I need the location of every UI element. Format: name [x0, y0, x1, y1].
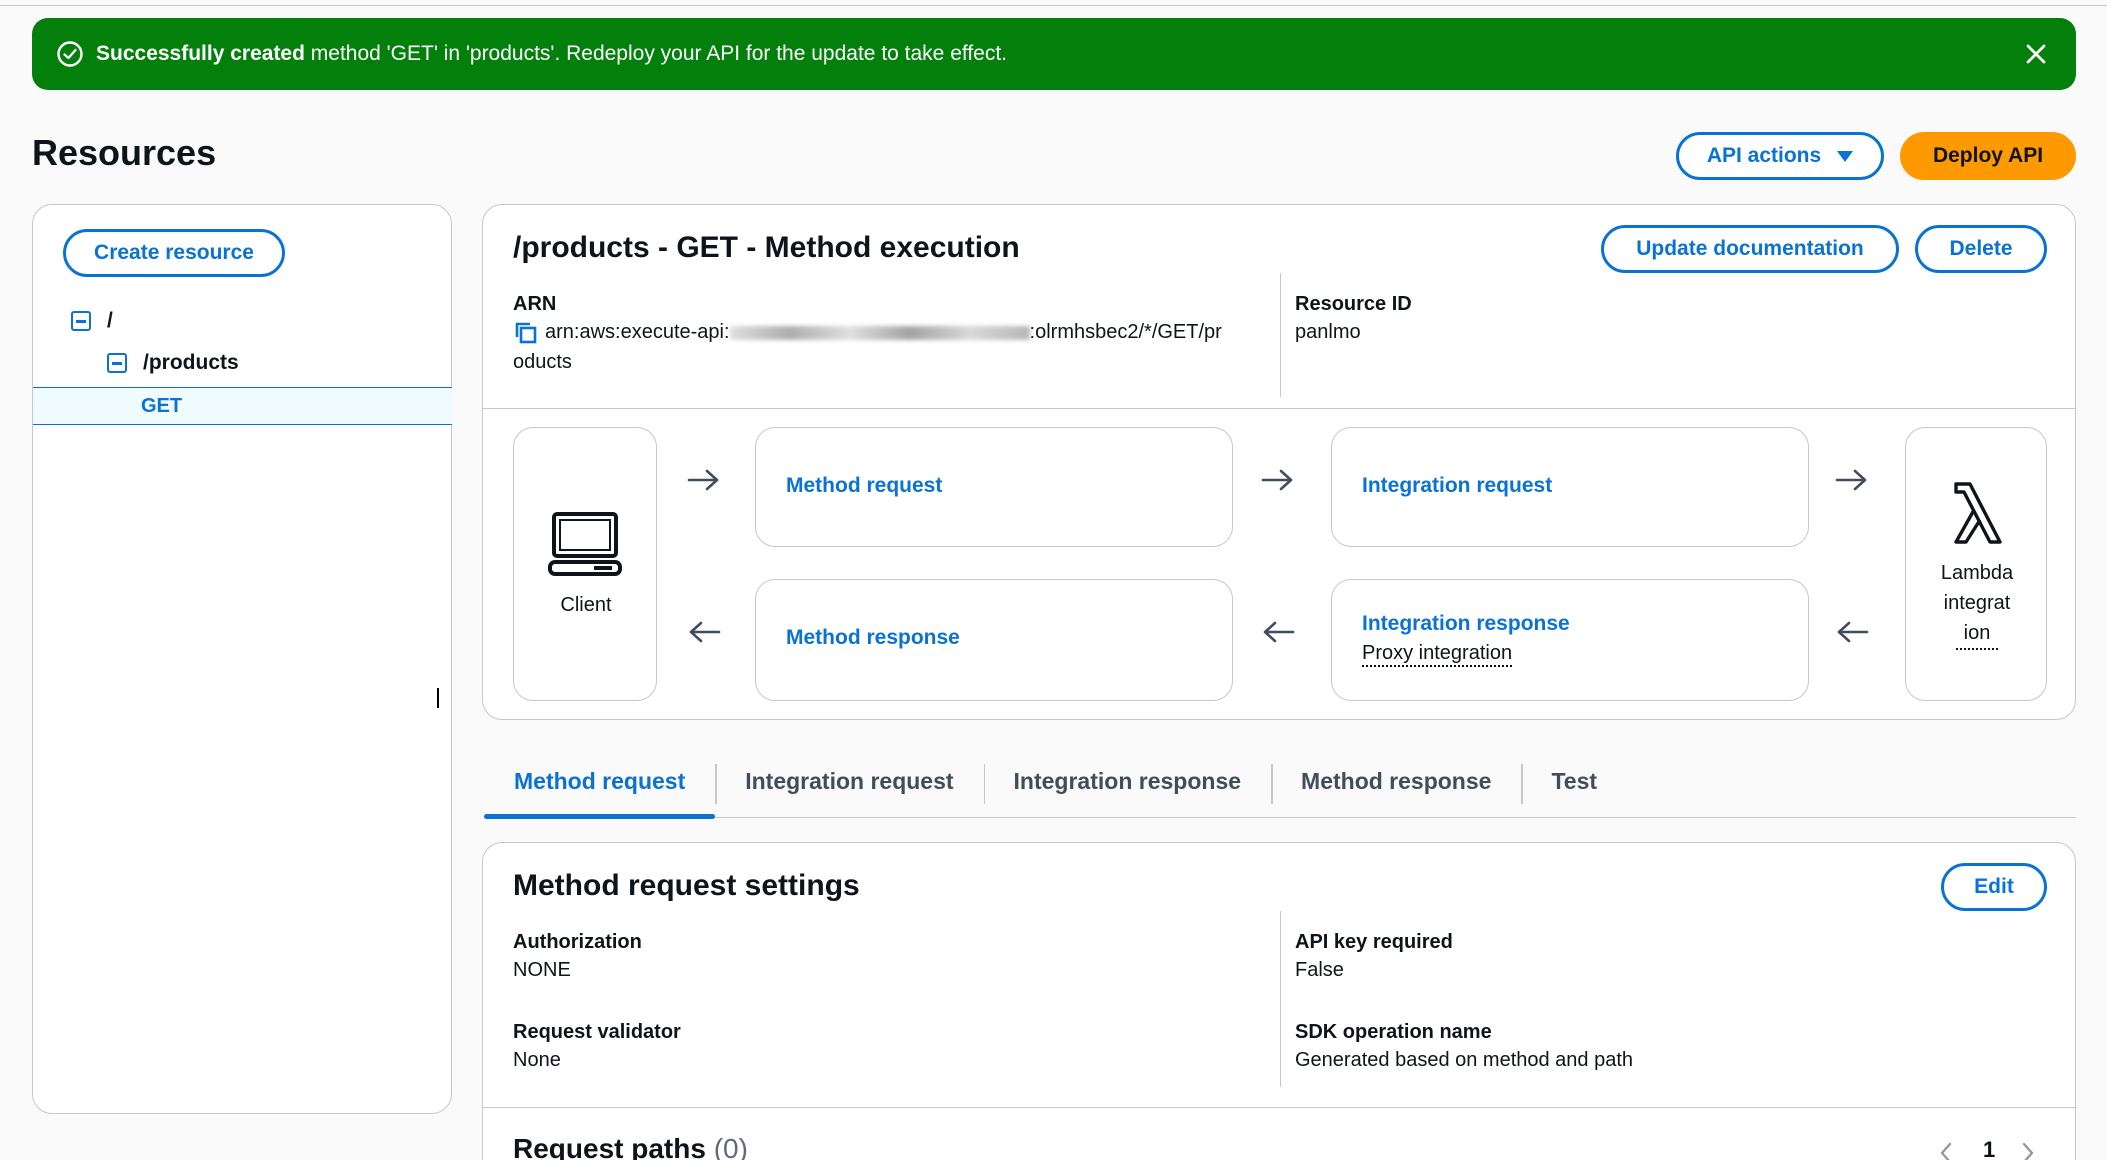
resource-id-value: panlmo	[1295, 321, 1361, 343]
arrow-right-icon	[687, 469, 719, 491]
arrow-right-icon	[1835, 469, 1867, 491]
api-key-value: False	[1295, 959, 1344, 981]
integration-request-card[interactable]: Integration request	[1331, 427, 1809, 547]
create-resource-button[interactable]: Create resource	[63, 229, 285, 277]
sdk-operation-label: SDK operation name	[1295, 1021, 1492, 1043]
collapse-icon[interactable]	[71, 311, 91, 331]
authorization-value: NONE	[513, 959, 571, 981]
client-label: Client	[560, 594, 612, 616]
tab-integration-response[interactable]: Integration response	[983, 756, 1271, 806]
method-response-link[interactable]: Method response	[786, 626, 960, 650]
request-paths-count: (0)	[713, 1133, 748, 1160]
tree-node-label: /products	[143, 351, 239, 374]
request-paths-label: Request paths	[513, 1133, 706, 1160]
arrow-left-icon	[1263, 621, 1295, 643]
integration-response-card[interactable]: Integration response Proxy integration	[1331, 579, 1809, 701]
sdk-operation-value: Generated based on method and path	[1295, 1049, 1634, 1071]
method-tabs: Method request Integration request Integ…	[484, 756, 2076, 819]
api-actions-button[interactable]: API actions	[1676, 132, 1884, 180]
tree-node-root[interactable]: /	[71, 309, 113, 333]
arrow-left-icon	[689, 621, 721, 643]
edit-button[interactable]: Edit	[1941, 863, 2047, 911]
proxy-integration-label: Proxy integration	[1362, 642, 1513, 667]
tab-integration-request[interactable]: Integration request	[715, 756, 983, 806]
lambda-integration-card: Lambda integrat ion	[1905, 427, 2047, 701]
lambda-label-line2: integrat	[1943, 592, 2011, 614]
lambda-icon	[1954, 482, 2002, 544]
settings-title: Method request settings	[513, 869, 860, 902]
tree-node-get[interactable]: GET	[33, 387, 452, 425]
text-cursor	[437, 688, 439, 708]
redacted-account	[729, 325, 1030, 340]
vertical-divider	[1280, 273, 1281, 397]
arrow-left-icon	[1837, 621, 1869, 643]
arn-suffix-2: oducts	[513, 351, 572, 373]
flash-text: method 'GET' in 'products'. Redeploy you…	[310, 42, 1008, 65]
tab-test[interactable]: Test	[1521, 756, 1627, 806]
integration-response-link[interactable]: Integration response	[1362, 612, 1570, 636]
execution-title: /products - GET - Method execution	[513, 231, 1020, 264]
resource-tree-panel: Create resource / /products GET	[32, 204, 452, 1114]
method-execution-panel: /products - GET - Method execution Updat…	[482, 204, 2076, 720]
caret-down-icon	[1837, 150, 1854, 162]
tree-node-products[interactable]: /products	[107, 351, 239, 375]
arn-prefix: arn:aws:execute-api:	[545, 321, 730, 343]
api-actions-label: API actions	[1706, 144, 1822, 167]
laptop-icon	[548, 512, 622, 576]
lambda-label: Lambda integrat ion	[1906, 558, 2048, 650]
method-request-settings-panel: Method request settings Edit Authorizati…	[482, 842, 2076, 1160]
tree-node-label: /	[107, 309, 113, 332]
check-circle-icon	[57, 41, 83, 67]
flash-strong: Successfully created	[96, 42, 305, 65]
arn-label: ARN	[513, 293, 557, 315]
arn-suffix: :olrmhsbec2/*/GET/pr	[1029, 321, 1222, 343]
delete-button[interactable]: Delete	[1915, 225, 2047, 273]
request-paths-heading: Request paths (0)	[513, 1133, 748, 1160]
integration-request-link[interactable]: Integration request	[1362, 474, 1552, 498]
tab-method-response[interactable]: Method response	[1271, 756, 1521, 806]
success-flash-banner: Successfully created method 'GET' in 'pr…	[32, 18, 2076, 90]
top-divider	[0, 5, 2107, 6]
lambda-label-line1: Lambda	[1940, 562, 2014, 584]
horizontal-divider	[483, 1107, 2075, 1108]
method-request-card[interactable]: Method request	[755, 427, 1233, 547]
lambda-label-line3: ion	[1955, 618, 1999, 650]
request-validator-label: Request validator	[513, 1021, 681, 1043]
vertical-divider	[1280, 911, 1281, 1087]
update-documentation-button[interactable]: Update documentation	[1601, 225, 1899, 273]
current-page[interactable]: 1	[1983, 1137, 1995, 1160]
method-response-card[interactable]: Method response	[755, 579, 1233, 701]
close-icon[interactable]	[2022, 40, 2050, 68]
horizontal-divider	[483, 408, 2075, 409]
arn-value: arn:aws:execute-api: :olrmhsbec2/*/GET/pr…	[513, 317, 1273, 377]
authorization-label: Authorization	[513, 931, 642, 953]
copy-icon[interactable]	[513, 320, 539, 346]
method-request-link[interactable]: Method request	[786, 474, 942, 498]
tab-method-request[interactable]: Method request	[484, 756, 716, 819]
request-validator-value: None	[513, 1049, 561, 1071]
chevron-left-icon[interactable]	[1939, 1141, 1953, 1160]
arrow-right-icon	[1261, 469, 1293, 491]
flash-message: Successfully created method 'GET' in 'pr…	[96, 42, 1007, 66]
page-title: Resources	[32, 132, 217, 173]
api-key-label: API key required	[1295, 931, 1453, 953]
chevron-right-icon[interactable]	[2021, 1141, 2035, 1160]
collapse-icon[interactable]	[107, 353, 127, 373]
client-card: Client	[513, 427, 657, 701]
resource-id-label: Resource ID	[1295, 293, 1412, 315]
deploy-api-button[interactable]: Deploy API	[1900, 132, 2076, 180]
